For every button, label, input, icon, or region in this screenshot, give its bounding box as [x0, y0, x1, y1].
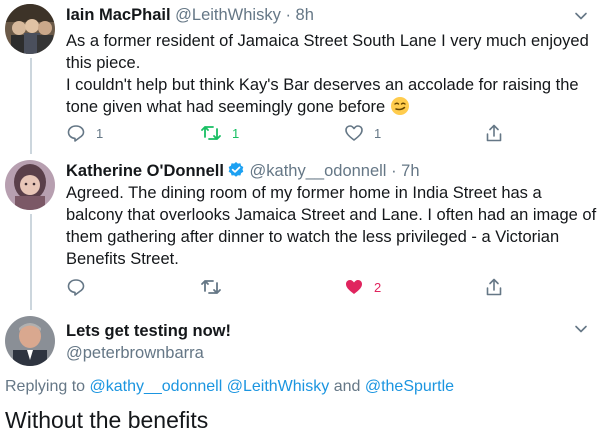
- separator-dot: ·: [391, 162, 397, 180]
- thread-line: [30, 58, 32, 154]
- avatar[interactable]: [5, 160, 55, 210]
- tweet-text-line: I couldn't help but think Kay's Bar dese…: [66, 76, 579, 94]
- display-name[interactable]: Katherine O'Donnell: [66, 162, 224, 180]
- mention-link[interactable]: @theSpurtle: [365, 378, 454, 395]
- replying-to-conjunction: and: [333, 378, 361, 395]
- tweet-text-line: Agreed. The dining room of my former hom…: [66, 184, 542, 202]
- display-name[interactable]: Lets get testing now!: [66, 322, 231, 340]
- share-button[interactable]: [484, 275, 504, 299]
- mention-link[interactable]: @kathy__odonnell: [90, 378, 223, 395]
- share-button[interactable]: [484, 121, 504, 145]
- retweet-button[interactable]: [200, 275, 222, 299]
- reply-text: Without the benefits: [5, 407, 209, 433]
- like-button[interactable]: 2: [344, 275, 381, 299]
- smirk-face-emoji-icon: [390, 96, 410, 122]
- tweet-actions: 1 1 1: [66, 121, 506, 145]
- user-handle[interactable]: @kathy__odonnell: [250, 162, 387, 180]
- tweet-subheader: @peterbrownbarra: [66, 342, 204, 364]
- heart-filled-icon: [346, 280, 362, 294]
- chevron-down-icon[interactable]: [574, 9, 588, 23]
- tweet-text-segment: tone given what had seemingly gone befor…: [66, 98, 386, 116]
- user-handle[interactable]: @LeithWhisky: [175, 6, 281, 24]
- share-icon: [486, 278, 502, 296]
- tweet-actions: 2: [66, 275, 506, 299]
- tweet-text-line: balcony that overlooks Jamaica Street an…: [66, 206, 597, 224]
- timestamp[interactable]: 7h: [401, 162, 419, 180]
- reply-button[interactable]: [66, 275, 86, 299]
- tweet-text-line: tone given what had seemingly gone befor…: [66, 96, 586, 122]
- tweet-text-line: them gathering after dinner to watch the…: [66, 228, 560, 246]
- replying-to-label: Replying to: [5, 378, 86, 395]
- tweet-text: Agreed. The dining room of my former hom…: [66, 182, 597, 270]
- tweet-text-line: As a former resident of Jamaica Street S…: [66, 32, 589, 50]
- heart-icon: [345, 125, 363, 141]
- like-count: 2: [374, 279, 382, 295]
- tweet-header: Iain MacPhail @LeithWhisky · 8h: [66, 4, 314, 26]
- retweet-icon: [201, 126, 221, 140]
- mention-link[interactable]: @LeithWhisky: [227, 378, 330, 395]
- tweet-text-line: Benefits Street.: [66, 250, 179, 268]
- retweet-button[interactable]: 1: [200, 121, 239, 145]
- avatar[interactable]: [5, 4, 55, 54]
- reply-count: 1: [96, 125, 104, 141]
- tweet-header: Lets get testing now!: [66, 320, 231, 342]
- like-count: 1: [374, 125, 382, 141]
- like-button[interactable]: 1: [344, 121, 381, 145]
- replying-to: Replying to @kathy__odonnell @LeithWhisk…: [5, 377, 454, 397]
- thread-line: [30, 214, 32, 310]
- user-handle[interactable]: @peterbrownbarra: [66, 344, 204, 362]
- separator-dot: ·: [285, 6, 291, 24]
- chevron-down-icon[interactable]: [574, 322, 588, 336]
- share-icon: [486, 124, 502, 142]
- reply-button[interactable]: 1: [66, 121, 103, 145]
- retweet-icon: [201, 280, 221, 294]
- retweet-count: 1: [232, 125, 240, 141]
- avatar[interactable]: [5, 316, 55, 366]
- reply-icon: [67, 125, 85, 142]
- timestamp[interactable]: 8h: [296, 6, 314, 24]
- tweet-text-line: this piece.: [66, 54, 141, 72]
- reply-icon: [67, 279, 85, 296]
- display-name[interactable]: Iain MacPhail: [66, 6, 171, 24]
- tweet-text: As a former resident of Jamaica Street S…: [66, 30, 589, 122]
